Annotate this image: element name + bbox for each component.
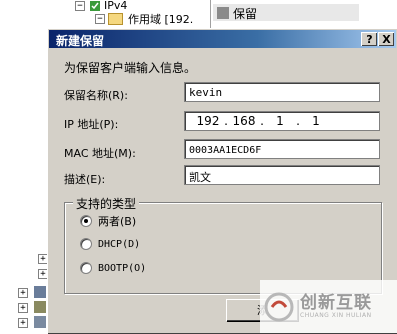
expand-icon[interactable]: + (18, 318, 28, 328)
reservation-name-label: 保留名称(R): (64, 89, 128, 102)
ip-octet-1[interactable]: 192 (195, 114, 221, 128)
reservation-name-input[interactable]: kevin (184, 82, 380, 102)
tree-item-ipv4[interactable]: IPv4 (104, 0, 127, 12)
dialog-title: 新建保留 (56, 34, 105, 48)
pane-item-reservations[interactable]: 保留 (233, 5, 257, 22)
expand-icon[interactable]: + (18, 288, 28, 298)
radio-button-icon[interactable] (80, 215, 92, 227)
server-icon (34, 301, 46, 313)
tree-item-scope[interactable]: 作用域 [192. (128, 11, 193, 27)
description-label: 描述(E): (64, 173, 106, 186)
description-input[interactable]: 凯文 (184, 165, 380, 185)
mac-address-value: 0003AA1ECD6F (189, 145, 262, 156)
radio-both-label: 两者(B) (98, 215, 137, 228)
ip-octet-3[interactable]: 1 (267, 114, 293, 128)
reservation-name-value: kevin (189, 86, 223, 99)
ipv4-icon (90, 1, 100, 11)
intro-text: 为保留客户端输入信息。 (64, 61, 197, 75)
radio-button-icon[interactable] (80, 238, 92, 250)
radio-bootp[interactable]: BOOTP(O) (80, 262, 146, 274)
watermark-subtext: CHUANG XIN HULIAN (300, 312, 372, 319)
expand-icon[interactable]: + (18, 303, 28, 313)
mac-address-label: MAC 地址(M): (64, 147, 136, 160)
folder-icon (108, 13, 123, 25)
radio-button-icon[interactable] (80, 262, 92, 274)
reservation-icon (217, 7, 229, 19)
ip-octet-4[interactable]: 1 (303, 114, 329, 128)
ip-octet-2[interactable]: 168 (231, 114, 257, 128)
description-value: 凯文 (189, 171, 211, 184)
ip-address-input[interactable]: 192 . 168 . 1 . 1 (184, 111, 380, 131)
ip-dot: . (224, 114, 228, 128)
title-bar[interactable]: 新建保留 ? X (49, 30, 396, 48)
collapse-icon[interactable]: − (75, 1, 85, 11)
server-icon (34, 286, 46, 298)
ip-dot: . (260, 114, 264, 128)
ip-address-label: IP 地址(P): (64, 118, 119, 131)
radio-bootp-label: BOOTP(O) (98, 262, 147, 274)
help-button[interactable]: ? (361, 32, 377, 46)
radio-dhcp-label: DHCP(D) (98, 238, 141, 250)
radio-both[interactable]: 两者(B) (80, 213, 136, 229)
brand-logo-icon (264, 292, 294, 321)
close-button[interactable]: X (378, 32, 394, 46)
watermark-text: 创新互联 (300, 293, 372, 313)
radio-dhcp[interactable]: DHCP(D) (80, 238, 140, 250)
server-icon (34, 316, 46, 328)
collapse-icon[interactable]: − (95, 14, 105, 24)
supported-types-title: 支持的类型 (73, 195, 140, 212)
watermark: 创新互联 CHUANG XIN HULIAN (260, 280, 397, 333)
mac-address-input[interactable]: 0003AA1ECD6F (184, 139, 380, 159)
ip-dot: . (296, 114, 300, 128)
